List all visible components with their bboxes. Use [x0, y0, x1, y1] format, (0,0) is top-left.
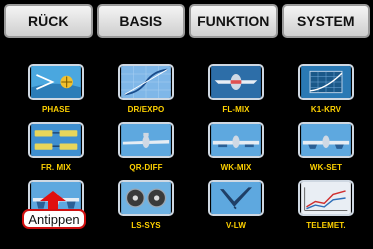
- menu-label: LS-SYS: [131, 221, 161, 230]
- fr-mix-icon[interactable]: [28, 122, 84, 158]
- top-tab-bar: RÜCK BASIS FUNKTION SYSTEM: [4, 4, 370, 40]
- menu-label: PHASE: [41, 105, 71, 114]
- tab-rueck[interactable]: RÜCK: [4, 4, 93, 38]
- menu-item-ls-sys[interactable]: LS-SYS: [110, 180, 182, 231]
- menu-item-k1-krv[interactable]: K1-KRV: [290, 64, 362, 115]
- menu-label: QR-DIFF: [129, 163, 163, 172]
- tab-basis[interactable]: BASIS: [96, 4, 185, 38]
- menu-item-wk-mix[interactable]: WK-MIX: [200, 122, 272, 173]
- menu-label: FL-MIX: [222, 105, 250, 114]
- k1-krv-icon[interactable]: [298, 64, 354, 100]
- tab-funktion[interactable]: FUNKTION: [189, 4, 278, 38]
- dr-expo-icon[interactable]: [118, 64, 174, 100]
- menu-item-qr-diff[interactable]: QR-DIFF: [110, 122, 182, 173]
- tap-hint-callout: Antippen: [22, 209, 86, 229]
- phase-icon[interactable]: [28, 64, 84, 100]
- menu-label: WK-SET: [309, 163, 343, 172]
- qr-diff-icon[interactable]: [118, 122, 174, 158]
- menu-item-fr-mix[interactable]: FR. MIX: [20, 122, 92, 173]
- wk-mix-icon[interactable]: [208, 122, 264, 158]
- menu-item-fl-mix[interactable]: FL-MIX: [200, 64, 272, 115]
- menu-item-telemet[interactable]: TELEMET.: [290, 180, 362, 231]
- arrow-up-icon: [40, 191, 66, 211]
- telemet-icon[interactable]: [298, 180, 354, 216]
- fl-mix-icon[interactable]: [208, 64, 264, 100]
- menu-label: K1-KRV: [310, 105, 342, 114]
- menu-item-v-lw[interactable]: V-LW: [200, 180, 272, 231]
- menu-item-phase[interactable]: PHASE: [20, 64, 92, 115]
- menu-item-dr-expo[interactable]: DR/EXPO: [110, 64, 182, 115]
- wk-set-icon[interactable]: [298, 122, 354, 158]
- menu-item-wk-set[interactable]: WK-SET: [290, 122, 362, 173]
- menu-label: TELEMET.: [306, 221, 346, 230]
- menu-label: FR. MIX: [40, 163, 72, 172]
- menu-label: DR/EXPO: [127, 105, 165, 114]
- v-lw-icon[interactable]: [208, 180, 264, 216]
- menu-label: V-LW: [226, 221, 246, 230]
- function-menu-grid: PHASE DR/EXPO FL-MIX K1-KRV FR. MIX QR-D…: [20, 64, 365, 231]
- menu-label: WK-MIX: [220, 163, 252, 172]
- tab-system[interactable]: SYSTEM: [281, 4, 370, 38]
- ls-sys-icon[interactable]: [118, 180, 174, 216]
